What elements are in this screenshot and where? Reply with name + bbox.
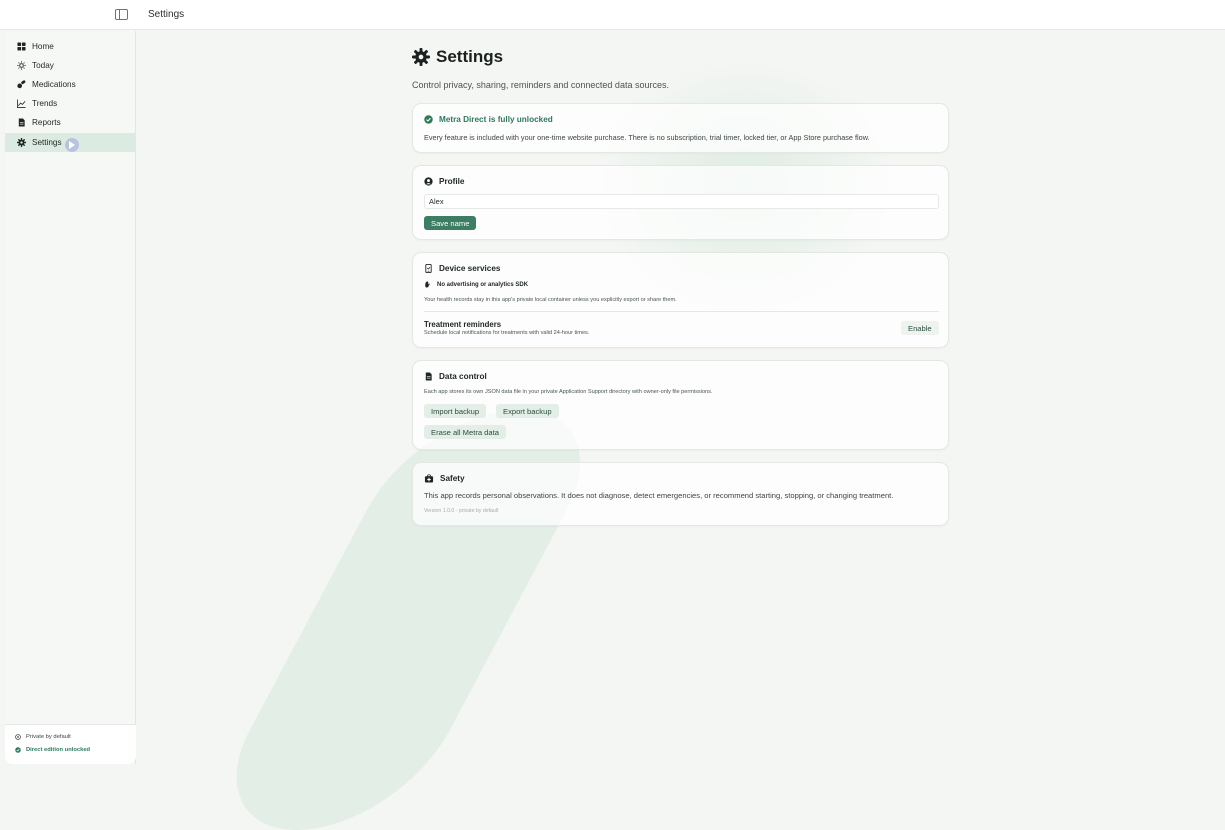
gear-icon (412, 48, 430, 66)
sun-icon (17, 61, 26, 70)
privacy-status: Private by default (15, 734, 71, 740)
no-sdk-row: No advertising or analytics SDK (424, 281, 528, 288)
treatment-reminders-description: Schedule local notifications for treatme… (424, 330, 590, 336)
section-divider (424, 311, 939, 312)
edition-label: Direct edition unlocked (26, 747, 91, 753)
no-sdk-label: No advertising or analytics SDK (437, 281, 529, 288)
sidebar-item-today[interactable]: Today (5, 56, 136, 75)
hand-icon (425, 281, 430, 288)
safety-description: This app records personal observations. … (424, 491, 894, 500)
pointer-cursor-icon (65, 138, 79, 152)
data-control-title: Data control (424, 372, 487, 381)
sidebar-item-label: Home (32, 42, 54, 51)
treatment-reminders-title: Treatment reminders (424, 320, 502, 329)
sidebar-footer: Private by default Direct edition unlock… (5, 724, 136, 764)
check-badge-icon (424, 115, 433, 124)
device-services-card: Device services No advertising or analyt… (412, 252, 949, 348)
version-label: Version 1.0.0 · private by default (424, 508, 499, 514)
page-subtitle: Control privacy, sharing, reminders and … (412, 80, 669, 90)
document-icon (424, 372, 433, 381)
device-services-title-text: Device services (439, 264, 501, 273)
erase-data-button[interactable]: Erase all Metra data (424, 425, 506, 439)
sidebar-item-medications[interactable]: Medications (5, 75, 136, 94)
page-title: Settings (412, 47, 503, 67)
unlock-title-text: Metra Direct is fully unlocked (439, 115, 553, 124)
safety-card: Safety This app records personal observa… (412, 462, 949, 526)
sidebar-item-label: Settings (32, 138, 62, 147)
sidebar: Home Today Medications Trends Reports Se… (5, 31, 136, 764)
import-backup-button[interactable]: Import backup (424, 404, 487, 418)
person-circle-icon (424, 177, 433, 186)
grid-icon (17, 42, 26, 51)
gear-icon (17, 138, 26, 147)
profile-title-text: Profile (439, 177, 465, 186)
data-control-card: Data control Each app stores its own JSO… (412, 360, 949, 450)
unlock-card: Metra Direct is fully unlocked Every fea… (412, 103, 949, 153)
unlock-title: Metra Direct is fully unlocked (424, 115, 553, 124)
phone-icon (424, 264, 433, 273)
unlock-description: Every feature is included with your one-… (424, 133, 870, 142)
chart-line-icon (17, 99, 26, 108)
profile-name-input[interactable] (424, 194, 939, 209)
sidebar-item-settings[interactable]: Settings (5, 133, 136, 152)
shield-icon (15, 734, 21, 740)
device-services-title: Device services (424, 264, 500, 273)
profile-card: Profile Save name (412, 165, 949, 240)
top-bar: Settings (0, 0, 1225, 30)
storage-note: Your health records stay in this app's p… (424, 297, 677, 303)
edition-status: Direct edition unlocked (15, 747, 90, 753)
sidebar-toggle-icon[interactable] (115, 9, 128, 20)
sidebar-item-label: Reports (32, 118, 61, 127)
enable-reminders-button[interactable]: Enable (901, 321, 939, 335)
sidebar-item-trends[interactable]: Trends (5, 94, 136, 113)
first-aid-kit-icon (424, 474, 434, 483)
safety-title-text: Safety (440, 474, 465, 483)
pill-icon (17, 80, 26, 89)
window-title: Settings (148, 9, 185, 20)
data-control-description: Each app stores its own JSON data file i… (424, 389, 713, 395)
sidebar-item-reports[interactable]: Reports (5, 113, 136, 132)
document-icon (17, 118, 26, 127)
page-title-text: Settings (436, 47, 504, 66)
sidebar-item-label: Trends (32, 99, 58, 108)
export-backup-button[interactable]: Export backup (496, 404, 559, 418)
sidebar-item-home[interactable]: Home (5, 37, 136, 56)
save-name-button[interactable]: Save name (424, 216, 477, 230)
check-circle-icon (15, 747, 21, 753)
sidebar-item-label: Today (32, 61, 54, 70)
sidebar-item-label: Medications (32, 80, 76, 89)
data-control-title-text: Data control (439, 372, 487, 381)
privacy-label: Private by default (26, 734, 71, 740)
profile-title: Profile (424, 177, 464, 186)
safety-title: Safety (424, 474, 465, 483)
